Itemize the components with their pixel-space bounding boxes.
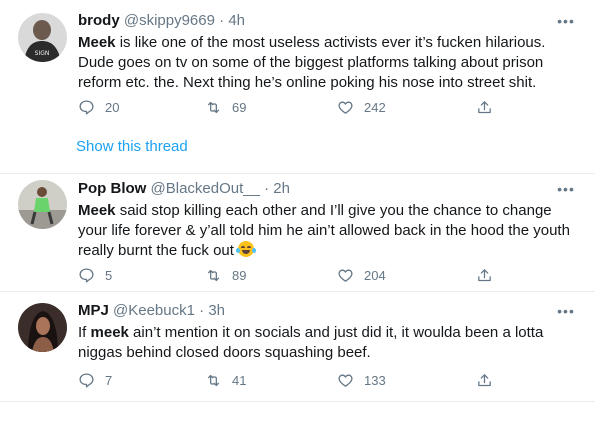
reply-icon <box>79 267 94 283</box>
tweet-text: Meek said stop killing each other and I’… <box>78 201 578 261</box>
tweet-text-prefix: If <box>78 324 91 341</box>
reply-count: 5 <box>105 267 113 283</box>
like-count: 204 <box>364 267 386 283</box>
tweet-feed: SIGN brody @skippy9669 · 4h ••• Meek is … <box>0 0 595 437</box>
like-button[interactable]: 133 <box>337 370 386 390</box>
avatar[interactable] <box>18 180 67 229</box>
reply-button[interactable]: 20 <box>78 97 119 117</box>
tweet-text-content: is like one of the most useless activist… <box>78 34 546 91</box>
user-handle[interactable]: @BlackedOut__ <box>151 180 260 197</box>
highlight-term: Meek <box>78 202 116 219</box>
share-button[interactable] <box>476 97 503 117</box>
timestamp[interactable]: 4h <box>228 12 245 29</box>
retweet-button[interactable]: 69 <box>205 97 246 117</box>
separator-dot: · <box>199 302 205 319</box>
tweet-text: If meek ain’t mention it on socials and … <box>78 323 578 363</box>
reply-count: 7 <box>105 372 113 388</box>
tears-of-joy-emoji <box>236 241 257 257</box>
tweet-brody[interactable]: SIGN brody @skippy9669 · 4h ••• Meek is … <box>0 0 595 173</box>
share-icon <box>478 373 491 386</box>
timestamp[interactable]: 3h <box>208 302 225 319</box>
tweet-actions: 7 41 133 <box>78 370 498 390</box>
highlight-term: meek <box>90 324 129 341</box>
retweet-count: 69 <box>232 99 247 115</box>
display-name[interactable]: brody <box>78 12 120 29</box>
separator-dot: · <box>264 180 270 197</box>
heart-icon <box>338 374 353 387</box>
tweet-pop-blow[interactable]: Pop Blow @BlackedOut__ · 2h ••• Meek sai… <box>0 174 595 291</box>
tweet-text: Meek is like one of the most useless act… <box>78 33 578 93</box>
avatar[interactable]: SIGN <box>18 13 67 62</box>
divider <box>0 401 595 402</box>
tweet-mpj[interactable]: MPJ @Keebuck1 · 3h ••• If meek ain’t men… <box>0 292 595 402</box>
tweet-text-content: said stop killing each other and I’ll gi… <box>78 202 570 259</box>
retweet-icon <box>207 269 220 281</box>
like-button[interactable]: 204 <box>337 265 386 285</box>
more-icon[interactable]: ••• <box>555 14 577 28</box>
tweet-text-content: ain’t mention it on socials and just did… <box>78 324 544 361</box>
tweet-actions: 20 69 242 <box>78 97 498 117</box>
avatar[interactable] <box>18 303 67 352</box>
share-icon <box>478 100 491 113</box>
heart-icon <box>338 269 353 282</box>
like-button[interactable]: 242 <box>337 97 386 117</box>
tweet-header: Pop Blow @BlackedOut__ · 2h <box>78 179 290 198</box>
separator-dot: · <box>219 12 225 29</box>
highlight-term: Meek <box>78 34 116 51</box>
tweet-actions: 5 89 204 <box>78 265 498 285</box>
share-icon <box>478 268 491 281</box>
heart-icon <box>338 101 353 114</box>
svg-text:SIGN: SIGN <box>35 50 50 57</box>
share-button[interactable] <box>476 265 503 285</box>
tweet-header: brody @skippy9669 · 4h <box>78 11 245 30</box>
retweet-button[interactable]: 41 <box>205 370 246 390</box>
reply-count: 20 <box>105 99 120 115</box>
show-thread-link[interactable]: Show this thread <box>76 138 188 155</box>
like-count: 242 <box>364 99 386 115</box>
more-icon[interactable]: ••• <box>555 182 577 196</box>
retweet-icon <box>207 374 220 386</box>
more-icon[interactable]: ••• <box>555 304 577 318</box>
retweet-button[interactable]: 89 <box>205 265 246 285</box>
user-handle[interactable]: @Keebuck1 <box>113 302 195 319</box>
reply-button[interactable]: 5 <box>78 265 112 285</box>
reply-icon <box>79 99 94 115</box>
tweet-header: MPJ @Keebuck1 · 3h <box>78 301 225 320</box>
timestamp[interactable]: 2h <box>273 180 290 197</box>
retweet-icon <box>207 101 220 113</box>
user-handle[interactable]: @skippy9669 <box>124 12 215 29</box>
like-count: 133 <box>364 372 386 388</box>
display-name[interactable]: MPJ <box>78 302 109 319</box>
share-button[interactable] <box>476 370 503 390</box>
display-name[interactable]: Pop Blow <box>78 180 146 197</box>
retweet-count: 89 <box>232 267 247 283</box>
reply-icon <box>79 372 94 388</box>
reply-button[interactable]: 7 <box>78 370 112 390</box>
retweet-count: 41 <box>232 372 247 388</box>
